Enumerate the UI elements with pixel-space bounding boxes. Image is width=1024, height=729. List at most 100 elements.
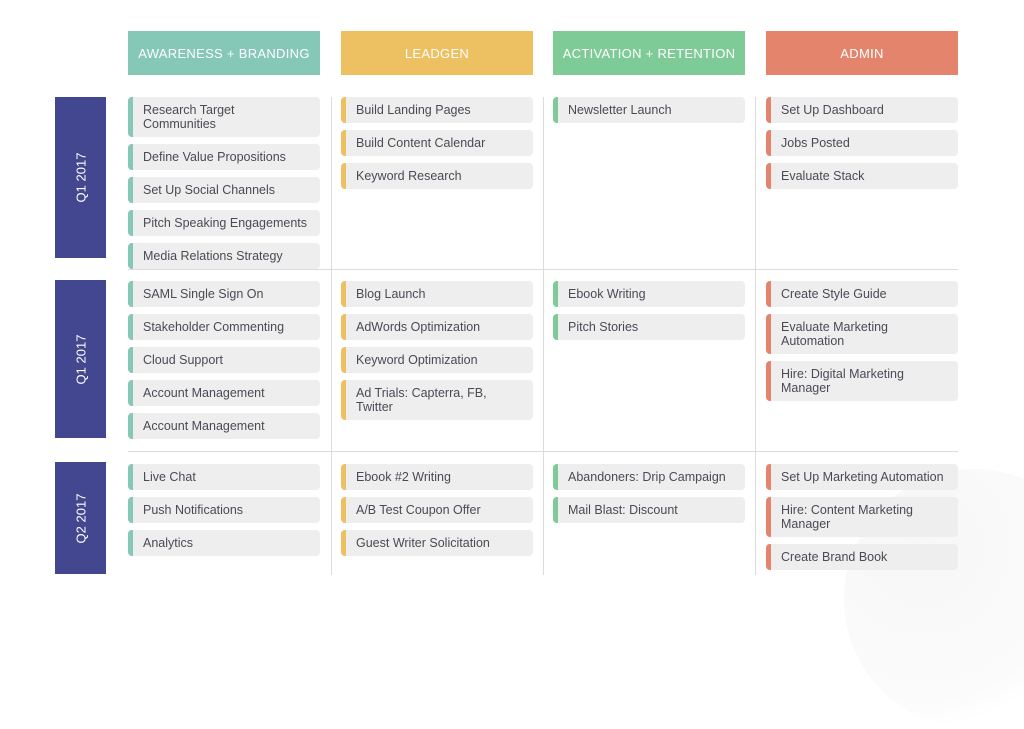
task-card[interactable]: Build Content Calendar — [341, 130, 533, 156]
task-title: Evaluate Marketing Automation — [781, 320, 889, 348]
task-title: Keyword Research — [356, 169, 462, 183]
task-card[interactable]: Pitch Speaking Engagements — [128, 210, 320, 236]
cell-admin: Set Up Marketing Automation Hire: Content… — [766, 464, 958, 577]
task-title: Push Notifications — [143, 503, 244, 517]
task-card[interactable]: Cloud Support — [128, 347, 320, 373]
column-header-awareness-branding[interactable]: AWARENESS + BRANDING — [128, 31, 320, 75]
task-card[interactable]: Analytics — [128, 530, 320, 556]
task-title: Analytics — [143, 536, 194, 550]
task-card[interactable]: Hire: Content Marketing Manager — [766, 497, 958, 537]
task-card[interactable]: Evaluate Marketing Automation — [766, 314, 958, 354]
category-color-bar — [128, 97, 133, 137]
cell-leadgen: Blog Launch AdWords Optimization Keyword O… — [341, 281, 533, 427]
task-title: Keyword Optimization — [356, 353, 478, 367]
task-card[interactable]: Media Relations Strategy — [128, 243, 320, 269]
task-title: Ebook #2 Writing — [356, 470, 451, 484]
task-card[interactable]: Account Management — [128, 380, 320, 406]
category-color-bar — [553, 314, 558, 340]
task-card[interactable]: Build Landing Pages — [341, 97, 533, 123]
task-card[interactable]: Newsletter Launch — [553, 97, 745, 123]
task-title: A/B Test Coupon Offer — [356, 503, 481, 517]
column-header-admin[interactable]: ADMIN — [766, 31, 958, 75]
category-color-bar — [341, 314, 346, 340]
task-card[interactable]: Ebook Writing — [553, 281, 745, 307]
row-label-3: Q2 2017 — [55, 462, 106, 574]
task-card[interactable]: Set Up Social Channels — [128, 177, 320, 203]
task-card[interactable]: Jobs Posted — [766, 130, 958, 156]
task-card[interactable]: Stakeholder Commenting — [128, 314, 320, 340]
category-color-bar — [128, 210, 133, 236]
task-title: Create Style Guide — [781, 287, 887, 301]
column-header-leadgen[interactable]: LEADGEN — [341, 31, 533, 75]
task-title: Mail Blast: Discount — [568, 503, 678, 517]
task-card[interactable]: Hire: Digital Marketing Manager — [766, 361, 958, 401]
task-card[interactable]: Evaluate Stack — [766, 163, 958, 189]
task-card[interactable]: Create Brand Book — [766, 544, 958, 570]
task-title: Guest Writer Solicitation — [356, 536, 490, 550]
task-card[interactable]: Live Chat — [128, 464, 320, 490]
task-card[interactable]: Push Notifications — [128, 497, 320, 523]
task-card[interactable]: Abandoners: Drip Campaign — [553, 464, 745, 490]
task-title: Stakeholder Commenting — [143, 320, 285, 334]
task-title: Account Management — [143, 386, 265, 400]
task-title: Build Content Calendar — [356, 136, 486, 150]
task-card[interactable]: Create Style Guide — [766, 281, 958, 307]
task-card[interactable]: Set Up Dashboard — [766, 97, 958, 123]
category-color-bar — [553, 497, 558, 523]
task-card[interactable]: Keyword Research — [341, 163, 533, 189]
column-divider — [331, 97, 332, 575]
cell-awareness-branding: SAML Single Sign On Stakeholder Commentin… — [128, 281, 320, 446]
cell-awareness-branding: Live Chat Push Notifications Analytics — [128, 464, 320, 563]
task-card[interactable]: Account Management — [128, 413, 320, 439]
category-color-bar — [553, 464, 558, 490]
task-title: Newsletter Launch — [568, 103, 672, 117]
task-title: Cloud Support — [143, 353, 223, 367]
cell-admin: Set Up Dashboard Jobs Posted Evaluate Stac… — [766, 97, 958, 196]
task-title: Evaluate Stack — [781, 169, 865, 183]
task-title: SAML Single Sign On — [143, 287, 264, 301]
task-title: Live Chat — [143, 470, 196, 484]
category-color-bar — [128, 177, 133, 203]
task-card[interactable]: Research Target Communities — [128, 97, 320, 137]
task-card[interactable]: Guest Writer Solicitation — [341, 530, 533, 556]
category-color-bar — [128, 413, 133, 439]
cell-activation-retention: Ebook Writing Pitch Stories — [553, 281, 745, 347]
task-title: Pitch Speaking Engagements — [143, 216, 307, 230]
category-color-bar — [553, 281, 558, 307]
category-color-bar — [341, 281, 346, 307]
task-card[interactable]: AdWords Optimization — [341, 314, 533, 340]
task-card[interactable]: A/B Test Coupon Offer — [341, 497, 533, 523]
category-color-bar — [341, 530, 346, 556]
column-header-activation-retention[interactable]: ACTIVATION + RETENTION — [553, 31, 745, 75]
task-card[interactable]: Mail Blast: Discount — [553, 497, 745, 523]
row-label-1: Q1 2017 — [55, 97, 106, 258]
task-title: Set Up Marketing Automation — [781, 470, 944, 484]
category-color-bar — [766, 314, 771, 354]
task-title: Create Brand Book — [781, 550, 888, 564]
task-card[interactable]: Define Value Propositions — [128, 144, 320, 170]
task-card[interactable]: Keyword Optimization — [341, 347, 533, 373]
task-title: Build Landing Pages — [356, 103, 471, 117]
task-title: Ad Trials: Capterra, FB, Twitter — [356, 386, 487, 414]
task-card[interactable]: SAML Single Sign On — [128, 281, 320, 307]
category-color-bar — [341, 163, 346, 189]
task-card[interactable]: Blog Launch — [341, 281, 533, 307]
cell-activation-retention: Abandoners: Drip Campaign Mail Blast: Dis… — [553, 464, 745, 530]
row-label-2: Q1 2017 — [55, 280, 106, 438]
task-card[interactable]: Ad Trials: Capterra, FB, Twitter — [341, 380, 533, 420]
category-color-bar — [553, 97, 558, 123]
task-card[interactable]: Pitch Stories — [553, 314, 745, 340]
category-color-bar — [341, 97, 346, 123]
category-color-bar — [128, 144, 133, 170]
category-color-bar — [128, 281, 133, 307]
row-divider — [128, 451, 958, 452]
category-color-bar — [766, 97, 771, 123]
category-color-bar — [128, 314, 133, 340]
row-label-text: Q1 2017 — [73, 152, 88, 203]
task-card[interactable]: Ebook #2 Writing — [341, 464, 533, 490]
category-color-bar — [128, 497, 133, 523]
task-title: Account Management — [143, 419, 265, 433]
category-color-bar — [128, 243, 133, 269]
task-card[interactable]: Set Up Marketing Automation — [766, 464, 958, 490]
task-title: Hire: Content Marketing Manager — [781, 503, 914, 531]
